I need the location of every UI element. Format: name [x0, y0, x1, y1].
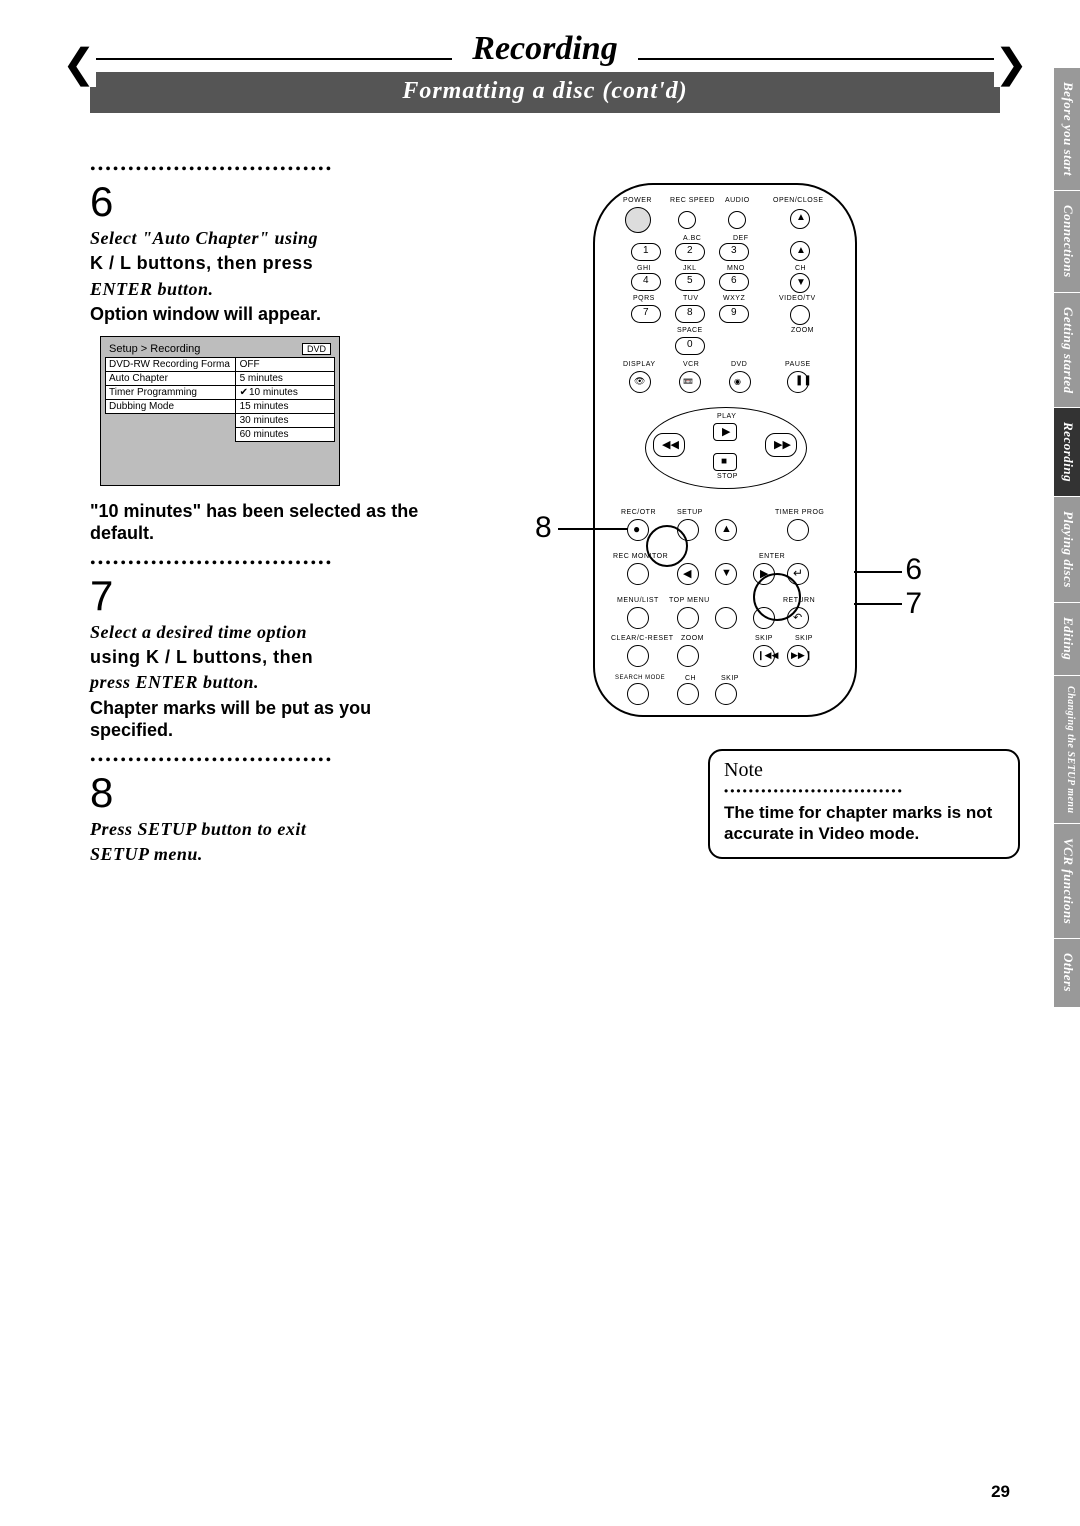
step-6-note: "10 minutes" has been selected as the de…	[90, 500, 430, 545]
tab-recording[interactable]: Recording	[1054, 408, 1080, 497]
tab-before-you-start[interactable]: Before you start	[1054, 68, 1080, 191]
osd-menu-left: DVD-RW Recording Forma Auto Chapter Time…	[105, 357, 236, 441]
tab-playing-discs[interactable]: Playing discs	[1054, 497, 1080, 603]
step-6-line2: K / L buttons, then press	[90, 252, 430, 275]
note-text: The time for chapter marks is not accura…	[724, 802, 1004, 845]
step-8-line2: SETUP menu.	[90, 843, 430, 866]
step-6-line1: Select "Auto Chapter" using	[90, 227, 430, 250]
note-title: Note	[724, 759, 1004, 782]
tab-getting-started[interactable]: Getting started	[1054, 293, 1080, 409]
steps-column: •••••••••••••••••••••••••••••••• 6 Selec…	[90, 153, 430, 869]
illustration-column: 8 6 7 POWER REC SPEED AUDIO OPEN/CLOSE ▲	[480, 153, 1020, 869]
step-6-number: 6	[90, 181, 430, 223]
highlight-enter-button	[753, 573, 801, 621]
note-box: Note ••••••••••••••••••••••••••••• The t…	[708, 749, 1020, 859]
page-title: Recording	[452, 30, 637, 68]
step-8-number: 8	[90, 772, 430, 814]
tab-changing-setup[interactable]: Changing the SETUP menu	[1054, 676, 1080, 825]
tab-editing[interactable]: Editing	[1054, 603, 1080, 675]
callout-8: 8	[535, 511, 552, 545]
step-6-sub: Option window will appear.	[90, 303, 430, 326]
remote-control-illustration: POWER REC SPEED AUDIO OPEN/CLOSE ▲ A.BC …	[593, 183, 857, 717]
highlight-setup-button	[646, 525, 688, 567]
callout-6: 6	[905, 553, 922, 587]
osd-breadcrumb: Setup > Recording	[109, 343, 200, 355]
step-7-line3: press ENTER button.	[90, 671, 430, 694]
tab-connections[interactable]: Connections	[1054, 191, 1080, 293]
tab-others[interactable]: Others	[1054, 939, 1080, 1007]
step-8-line1: Press SETUP button to exit	[90, 818, 430, 841]
step-7-sub: Chapter marks will be put as you specifi…	[90, 697, 430, 742]
osd-menu-right: OFF 5 minutes 10 minutes 15 minutes 30 m…	[235, 357, 335, 441]
osd-badge: DVD	[302, 343, 331, 355]
page-number: 29	[991, 1482, 1010, 1502]
side-nav-tabs: Before you start Connections Getting sta…	[1054, 68, 1080, 1008]
osd-window: Setup > Recording DVD DVD-RW Recording F…	[100, 336, 340, 486]
section-subtitle: Formatting a disc (cont'd)	[90, 72, 1000, 113]
step-7-number: 7	[90, 575, 430, 617]
step-6-line3: ENTER button.	[90, 278, 430, 301]
tab-vcr-functions[interactable]: VCR functions	[1054, 824, 1080, 939]
bracket-left: ❮	[62, 40, 96, 87]
step-7-line2: using K / L buttons, then	[90, 646, 430, 669]
step-7-line1: Select a desired time option	[90, 621, 430, 644]
header: ❮ Recording ❯	[70, 30, 1020, 68]
callout-7: 7	[905, 587, 922, 621]
bracket-right: ❯	[994, 40, 1028, 87]
